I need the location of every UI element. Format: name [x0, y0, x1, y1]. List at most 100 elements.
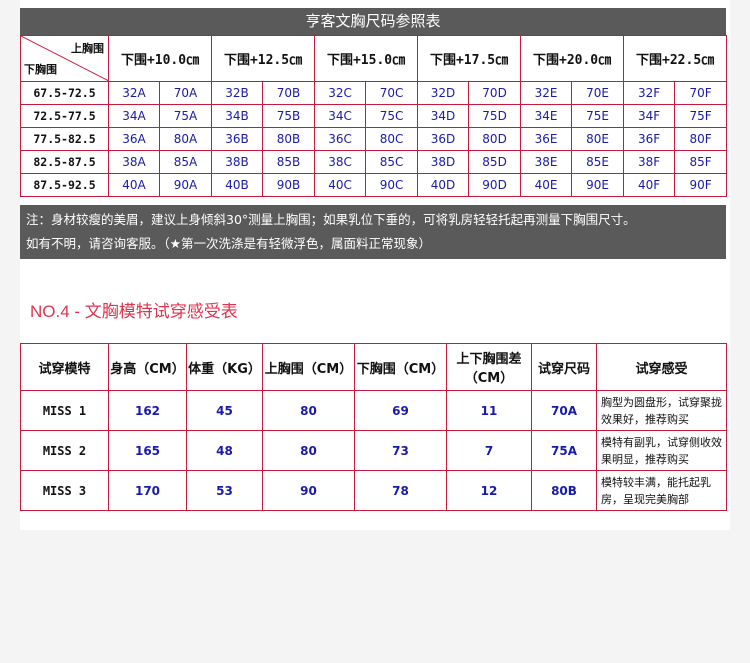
- fit-cell-diff: 7: [446, 430, 532, 471]
- size-cell: 75D: [468, 104, 522, 128]
- fit-row: MISS 2 165 48 80 73 7 75A 模特有副乳，试穿侧收效果明显，推荐购买: [20, 430, 727, 471]
- fit-cell-size: 80B: [531, 470, 597, 511]
- fit-cell-upper: 90: [262, 470, 355, 511]
- size-cell: 40B: [211, 173, 264, 197]
- size-cell: 38D: [417, 150, 470, 174]
- size-cell: 85F: [674, 150, 728, 174]
- size-cell: 75A: [158, 104, 213, 128]
- size-cell: 32B: [211, 81, 264, 105]
- size-cell: 75B: [262, 104, 316, 128]
- size-cell: 36F: [623, 127, 676, 151]
- size-cell: 70A: [158, 81, 213, 105]
- fit-cell-weight: 53: [186, 470, 263, 511]
- size-cell: 36A: [108, 127, 160, 151]
- size-cell: 40E: [520, 173, 573, 197]
- column-header: 下围+22.5㎝: [623, 35, 728, 82]
- size-cell: 38C: [314, 150, 367, 174]
- size-cell: 85D: [468, 150, 522, 174]
- fit-cell-lower: 78: [354, 470, 447, 511]
- note-line-2: 如有不明，请咨询客服。（★第一次洗涤是有轻微浮色，属面料正常现象）: [26, 236, 431, 251]
- size-row-range: 82.5-87.5: [20, 150, 109, 174]
- size-cell: 38E: [520, 150, 573, 174]
- size-row-range: 72.5-77.5: [20, 104, 109, 128]
- size-cell: 32F: [623, 81, 676, 105]
- size-cell: 80C: [365, 127, 419, 151]
- size-cell: 85E: [571, 150, 625, 174]
- note-line-1: 注：身材较瘦的美眉，建议上身倾斜30°测量上胸围；如果乳位下垂的，可将乳房轻轻托…: [26, 212, 636, 227]
- size-cell: 32E: [520, 81, 573, 105]
- size-cell: 34C: [314, 104, 367, 128]
- size-cell: 70B: [262, 81, 316, 105]
- fit-cell-feel: 模特有副乳，试穿侧收效果明显，推荐购买: [596, 430, 727, 471]
- fit-header-feel: 试穿感受: [596, 343, 727, 391]
- fit-cell-lower: 69: [354, 390, 447, 431]
- size-cell: 90C: [365, 173, 419, 197]
- size-cell: 36E: [520, 127, 573, 151]
- fit-header-model: 试穿模特: [20, 343, 109, 391]
- fit-row: MISS 1 162 45 80 69 11 70A 胸型为圆盘形，试穿聚拢效果好，推荐购买: [20, 390, 727, 431]
- fit-cell-height: 165: [108, 430, 187, 471]
- fit-header-height: 身高（CM）: [108, 343, 187, 391]
- size-cell: 75C: [365, 104, 419, 128]
- column-header: 下围+17.5㎝: [417, 35, 522, 82]
- size-cell: 90E: [571, 173, 625, 197]
- size-cell: 34A: [108, 104, 160, 128]
- fit-cell-model: MISS 1: [20, 390, 109, 431]
- size-chart-table: 上胸围 下胸围 下围+10.0㎝ 下围+12.5㎝ 下围+15.0㎝ 下围+17…: [20, 35, 728, 197]
- size-chart-header-row: 上胸围 下胸围 下围+10.0㎝ 下围+12.5㎝ 下围+15.0㎝ 下围+17…: [20, 35, 728, 82]
- size-cell: 38F: [623, 150, 676, 174]
- size-chart-title: 亨客文胸尺码参照表: [20, 8, 726, 35]
- size-row: 82.5-87.5 38A 85A 38B 85B 38C 85C 38D 85D 38E 85E 3…: [20, 150, 728, 174]
- size-row-range: 77.5-82.5: [20, 127, 109, 151]
- size-cell: 70C: [365, 81, 419, 105]
- size-cell: 80D: [468, 127, 522, 151]
- column-header: 下围+15.0㎝: [314, 35, 419, 82]
- fit-cell-upper: 80: [262, 390, 355, 431]
- size-row: 87.5-92.5 40A 90A 40B 90B 40C 90C 40D 90D 40E 90E 4…: [20, 173, 728, 197]
- size-row: 77.5-82.5 36A 80A 36B 80B 36C 80C 36D 80D 36E 80E 3…: [20, 127, 728, 151]
- size-cell: 40F: [623, 173, 676, 197]
- size-row: 72.5-77.5 34A 75A 34B 75B 34C 75C 34D 75D 34E 75E 3…: [20, 104, 728, 128]
- column-header: 下围+20.0㎝: [520, 35, 625, 82]
- size-cell: 90A: [158, 173, 213, 197]
- size-cell: 34D: [417, 104, 470, 128]
- fit-cell-model: MISS 3: [20, 470, 109, 511]
- size-cell: 36B: [211, 127, 264, 151]
- fit-cell-height: 170: [108, 470, 187, 511]
- size-cell: 38A: [108, 150, 160, 174]
- size-cell: 36C: [314, 127, 367, 151]
- fit-row: MISS 3 170 53 90 78 12 80B 模特较丰满，能托起乳房，呈现完美胸部: [20, 470, 727, 511]
- size-cell: 85C: [365, 150, 419, 174]
- size-cell: 36D: [417, 127, 470, 151]
- size-cell: 40C: [314, 173, 367, 197]
- size-cell: 90B: [262, 173, 316, 197]
- fit-cell-weight: 48: [186, 430, 263, 471]
- size-cell: 75F: [674, 104, 728, 128]
- size-cell: 90D: [468, 173, 522, 197]
- size-cell: 32C: [314, 81, 367, 105]
- fit-table: 试穿模特 身高（CM） 体重（KG） 上胸围（CM） 下胸围（CM） 上下胸围差…: [20, 343, 727, 511]
- size-cell: 85B: [262, 150, 316, 174]
- fit-header-row: 试穿模特 身高（CM） 体重（KG） 上胸围（CM） 下胸围（CM） 上下胸围差…: [20, 343, 727, 391]
- fit-cell-upper: 80: [262, 430, 355, 471]
- size-cell: 70D: [468, 81, 522, 105]
- fit-cell-size: 75A: [531, 430, 597, 471]
- size-row: 67.5-72.5 32A 70A 32B 70B 32C 70C 32D 70D 32E 70E 3…: [20, 81, 728, 105]
- size-cell: 75E: [571, 104, 625, 128]
- fit-cell-size: 70A: [531, 390, 597, 431]
- size-cell: 38B: [211, 150, 264, 174]
- fit-cell-model: MISS 2: [20, 430, 109, 471]
- size-cell: 80F: [674, 127, 728, 151]
- fit-cell-feel: 胸型为圆盘形，试穿聚拢效果好，推荐购买: [596, 390, 727, 431]
- size-cell: 80B: [262, 127, 316, 151]
- size-cell: 80A: [158, 127, 213, 151]
- column-header: 下围+10.0㎝: [107, 35, 213, 82]
- column-header: 下围+12.5㎝: [211, 35, 316, 82]
- size-cell: 40D: [417, 173, 470, 197]
- fit-cell-weight: 45: [186, 390, 263, 431]
- size-cell: 85A: [158, 150, 213, 174]
- fit-header-diff: 上下胸围差（CM）: [446, 343, 532, 391]
- size-cell: 90F: [674, 173, 728, 197]
- size-cell: 80E: [571, 127, 625, 151]
- fit-header-size: 试穿尺码: [531, 343, 597, 391]
